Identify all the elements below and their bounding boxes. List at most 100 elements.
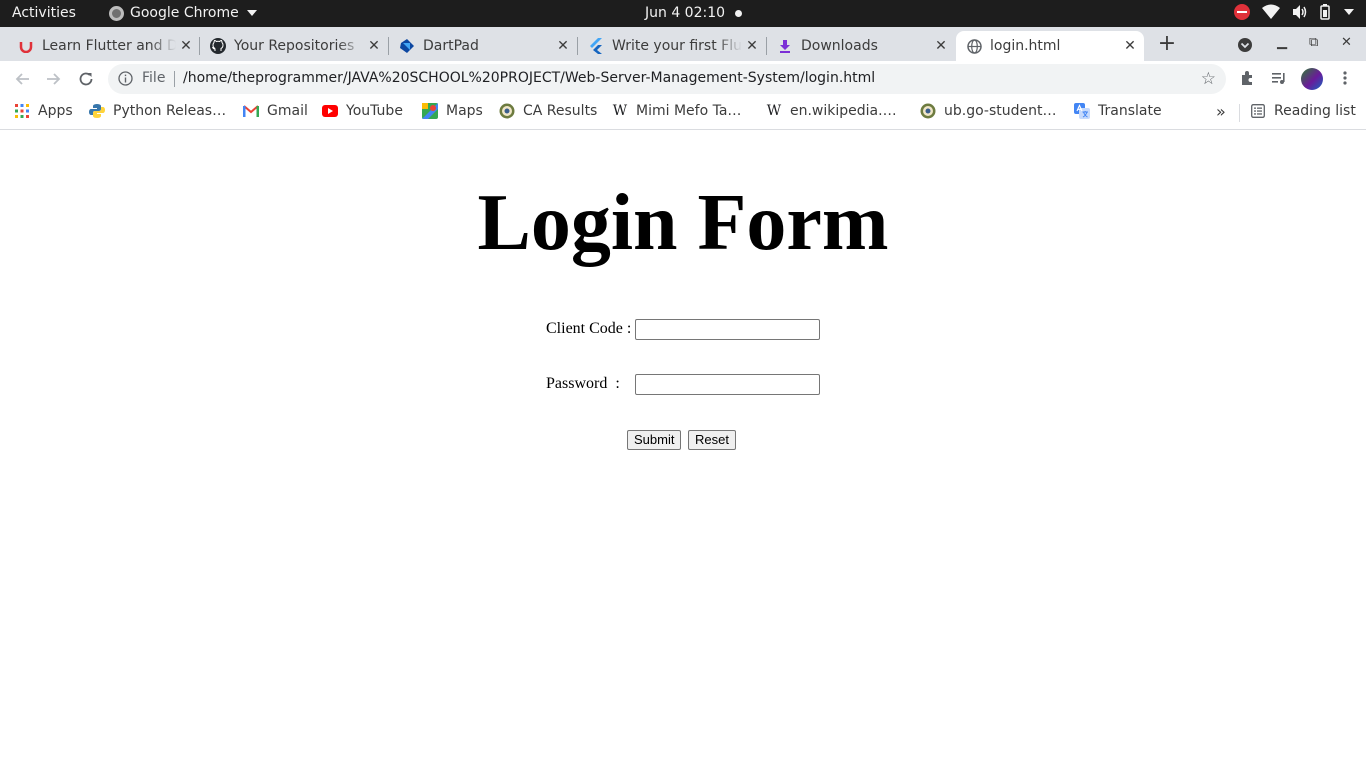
tab-title: Write your first Flutter app	[612, 38, 742, 54]
app-menu[interactable]: Google Chrome	[109, 5, 257, 21]
bookmark-label: Mimi Mefo Ta…	[636, 103, 742, 119]
tab-title: Learn Flutter and Dart	[42, 38, 176, 54]
bookmarks-bar: Apps Python Releas… Gmail YouTube Maps C…	[0, 96, 1366, 130]
address-bar[interactable]: File /home/theprogrammer/JAVA%20SCHOOL%2…	[108, 64, 1226, 94]
tab-learn-flutter[interactable]: Learn Flutter and Dart ✕	[8, 31, 200, 61]
close-window-icon[interactable]: ✕	[1341, 35, 1352, 50]
minimize-icon[interactable]: ▁	[1277, 35, 1287, 50]
more-vert-icon[interactable]	[1338, 70, 1352, 86]
gmail-icon	[243, 103, 259, 119]
url-text[interactable]: /home/theprogrammer/JAVA%20SCHOOL%20PROJ…	[183, 70, 875, 86]
page-content: Login Form Client Code : Password : Subm…	[0, 131, 1366, 768]
bookmark-python-releases[interactable]: Python Releas…	[89, 103, 226, 119]
youtube-icon	[322, 103, 338, 119]
bookmark-youtube[interactable]: YouTube	[322, 103, 403, 119]
password-input[interactable]	[635, 374, 820, 395]
close-icon[interactable]: ✕	[553, 38, 573, 54]
apps-grid-icon	[14, 103, 30, 119]
tab-search-icon[interactable]	[1237, 37, 1253, 53]
reload-button[interactable]	[76, 69, 96, 89]
bookmark-ub-go-student[interactable]: ub.go-student…	[920, 103, 1057, 119]
download-icon	[777, 38, 793, 54]
media-control-icon[interactable]	[1271, 70, 1287, 86]
bookmark-label: Python Releas…	[113, 103, 227, 119]
arrow-right-icon	[47, 73, 61, 85]
bookmark-mimi-mefo[interactable]: W Mimi Mefo Ta…	[612, 103, 742, 119]
system-menu-caret-icon	[1344, 9, 1354, 15]
dartpad-icon	[399, 38, 415, 54]
bookmark-en-wikipedia[interactable]: W en.wikipedia.…	[766, 103, 897, 119]
python-icon	[89, 103, 105, 119]
extensions-puzzle-icon[interactable]	[1240, 70, 1256, 86]
close-icon[interactable]: ✕	[1120, 38, 1140, 54]
udemy-icon	[18, 38, 34, 54]
maps-icon	[422, 103, 438, 119]
close-icon[interactable]: ✕	[931, 38, 951, 54]
wikipedia-icon: W	[766, 103, 782, 119]
github-icon	[210, 38, 226, 54]
bookmark-label: Maps	[446, 103, 483, 119]
translate-icon	[1074, 103, 1090, 119]
bookmark-label: Gmail	[267, 103, 308, 119]
tab-login-html[interactable]: login.html ✕	[956, 31, 1144, 61]
close-icon[interactable]: ✕	[742, 38, 762, 54]
tab-dartpad[interactable]: DartPad ✕	[389, 31, 577, 61]
bookmark-label: en.wikipedia.…	[790, 103, 897, 119]
bookmark-apps[interactable]: Apps	[14, 103, 73, 119]
do-not-disturb-icon	[1234, 4, 1250, 20]
reading-list-label: Reading list	[1274, 103, 1356, 119]
seal-icon	[499, 103, 515, 119]
system-tray[interactable]	[1234, 4, 1354, 20]
notification-dot-icon	[735, 10, 742, 17]
close-icon[interactable]: ✕	[176, 38, 196, 54]
bookmark-label: CA Results	[523, 103, 598, 119]
forward-button[interactable]	[44, 69, 64, 89]
reading-list-icon	[1250, 103, 1266, 119]
tab-your-repositories[interactable]: Your Repositories ✕	[200, 31, 388, 61]
bookmark-star-icon[interactable]: ☆	[1201, 69, 1216, 89]
tab-write-first-flutter-app[interactable]: Write your first Flutter app ✕	[578, 31, 766, 61]
tab-title: login.html	[990, 38, 1061, 54]
info-icon[interactable]	[118, 71, 133, 86]
tab-title: Your Repositories	[234, 38, 355, 54]
bookmarks-overflow-chevron-icon[interactable]: »	[1216, 102, 1226, 121]
bookmark-label: ub.go-student…	[944, 103, 1057, 119]
bookmark-maps[interactable]: Maps	[422, 103, 483, 119]
bookmark-translate[interactable]: Translate	[1074, 103, 1162, 119]
bookmarks-divider	[1239, 104, 1240, 122]
omnibox-divider	[174, 71, 175, 87]
password-label: Password :	[546, 375, 620, 392]
volume-icon	[1293, 5, 1307, 19]
globe-icon	[966, 38, 982, 54]
tab-title: DartPad	[423, 38, 479, 54]
browser-toolbar: File /home/theprogrammer/JAVA%20SCHOOL%2…	[0, 61, 1366, 96]
tab-strip: Learn Flutter and Dart ✕ Your Repositori…	[0, 27, 1366, 61]
bookmark-label: Translate	[1098, 103, 1162, 119]
profile-avatar[interactable]	[1301, 68, 1323, 90]
submit-button[interactable]: Submit	[627, 430, 682, 450]
flutter-icon	[588, 38, 604, 54]
client-code-input[interactable]	[635, 319, 820, 340]
bookmark-label: Apps	[38, 103, 73, 119]
arrow-left-icon	[15, 73, 29, 85]
reading-list-button[interactable]: Reading list	[1250, 103, 1356, 119]
page-title: Login Form	[477, 179, 889, 267]
client-code-label: Client Code :	[546, 320, 632, 337]
tab-title: Downloads	[801, 38, 878, 54]
reload-icon	[79, 72, 93, 86]
seal-icon	[920, 103, 936, 119]
battery-icon	[1320, 4, 1330, 20]
close-icon[interactable]: ✕	[364, 38, 384, 54]
wikipedia-icon: W	[612, 103, 628, 119]
activities-button[interactable]: Activities	[12, 5, 76, 21]
reset-button[interactable]: Reset	[688, 430, 736, 450]
bookmark-gmail[interactable]: Gmail	[243, 103, 308, 119]
back-button[interactable]	[12, 69, 32, 89]
restore-icon[interactable]: ⧉	[1309, 35, 1318, 50]
clock[interactable]: Jun 4 02:10	[645, 5, 725, 21]
os-top-bar: Activities Google Chrome Jun 4 02:10	[0, 0, 1366, 27]
bookmark-ca-results[interactable]: CA Results	[499, 103, 597, 119]
scheme-label: File	[142, 70, 166, 86]
tab-downloads[interactable]: Downloads ✕	[767, 31, 955, 61]
new-tab-button[interactable]: +	[1156, 33, 1178, 55]
